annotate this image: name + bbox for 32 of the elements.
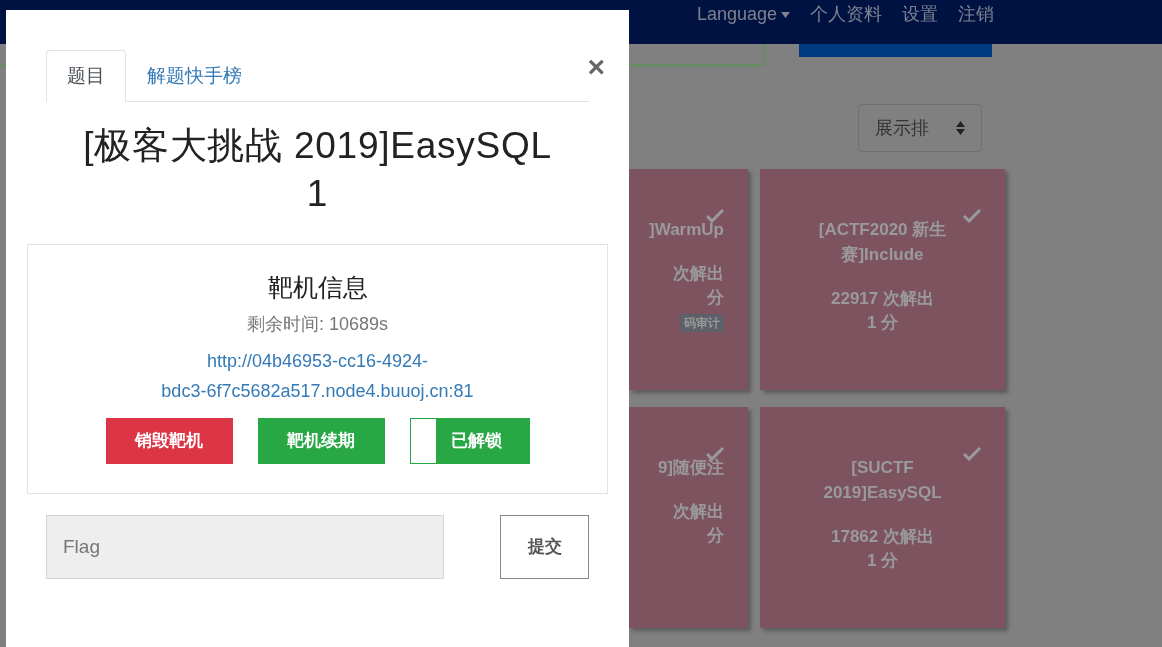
card-title: [SUCTF 2019]EasySQL <box>822 457 943 504</box>
card-title: ]WarmUp <box>649 219 724 241</box>
solve-count: 次解出 <box>673 501 724 523</box>
destroy-button[interactable]: 销毁靶机 <box>105 417 233 464</box>
renew-button[interactable]: 靶机续期 <box>257 417 385 464</box>
submit-button[interactable]: 提交 <box>500 515 589 579</box>
close-button[interactable]: × <box>587 52 605 82</box>
card-title: [ACTF2020 新生赛]Include <box>817 219 948 266</box>
card-title: 9]随便注 <box>657 457 724 479</box>
flag-input[interactable]: Flag <box>46 515 444 579</box>
nav-link[interactable]: 设置 <box>902 1 938 28</box>
sort-select[interactable]: 展示排 <box>858 104 982 152</box>
nav-link[interactable]: 注销 <box>958 1 994 28</box>
solve-count: 22917 次解出 <box>831 288 934 310</box>
challenge-title: [极客大挑战 2019]EasySQL 1 <box>82 124 553 216</box>
points: 1 分 <box>866 312 899 334</box>
modal-tab[interactable]: 题目 <box>46 50 126 102</box>
nav-link[interactable]: 个人资料 <box>810 1 882 28</box>
sort-icon <box>956 121 965 135</box>
nav-link[interactable]: Language <box>696 1 790 28</box>
panel-heading: 靶机信息 <box>267 272 368 303</box>
switch-knob <box>410 418 436 463</box>
points: 1 分 <box>866 550 899 572</box>
unlock-switch[interactable]: 已解锁 <box>409 417 530 464</box>
instance-link[interactable]: http://04b46953-cc16-4924-bdc3-6f7c5682a517.node4.buuoj.cn:81 <box>137 345 498 406</box>
modal-tab[interactable]: 解题快手榜 <box>126 50 263 102</box>
points: 分 <box>707 525 724 547</box>
solve-count: 次解出 <box>673 263 724 285</box>
category-tag: 码审计 <box>680 314 724 332</box>
solve-count: 17862 次解出 <box>831 526 934 548</box>
points: 分 <box>707 287 724 309</box>
remaining-time: 剩余时间: 10689s <box>246 312 389 336</box>
